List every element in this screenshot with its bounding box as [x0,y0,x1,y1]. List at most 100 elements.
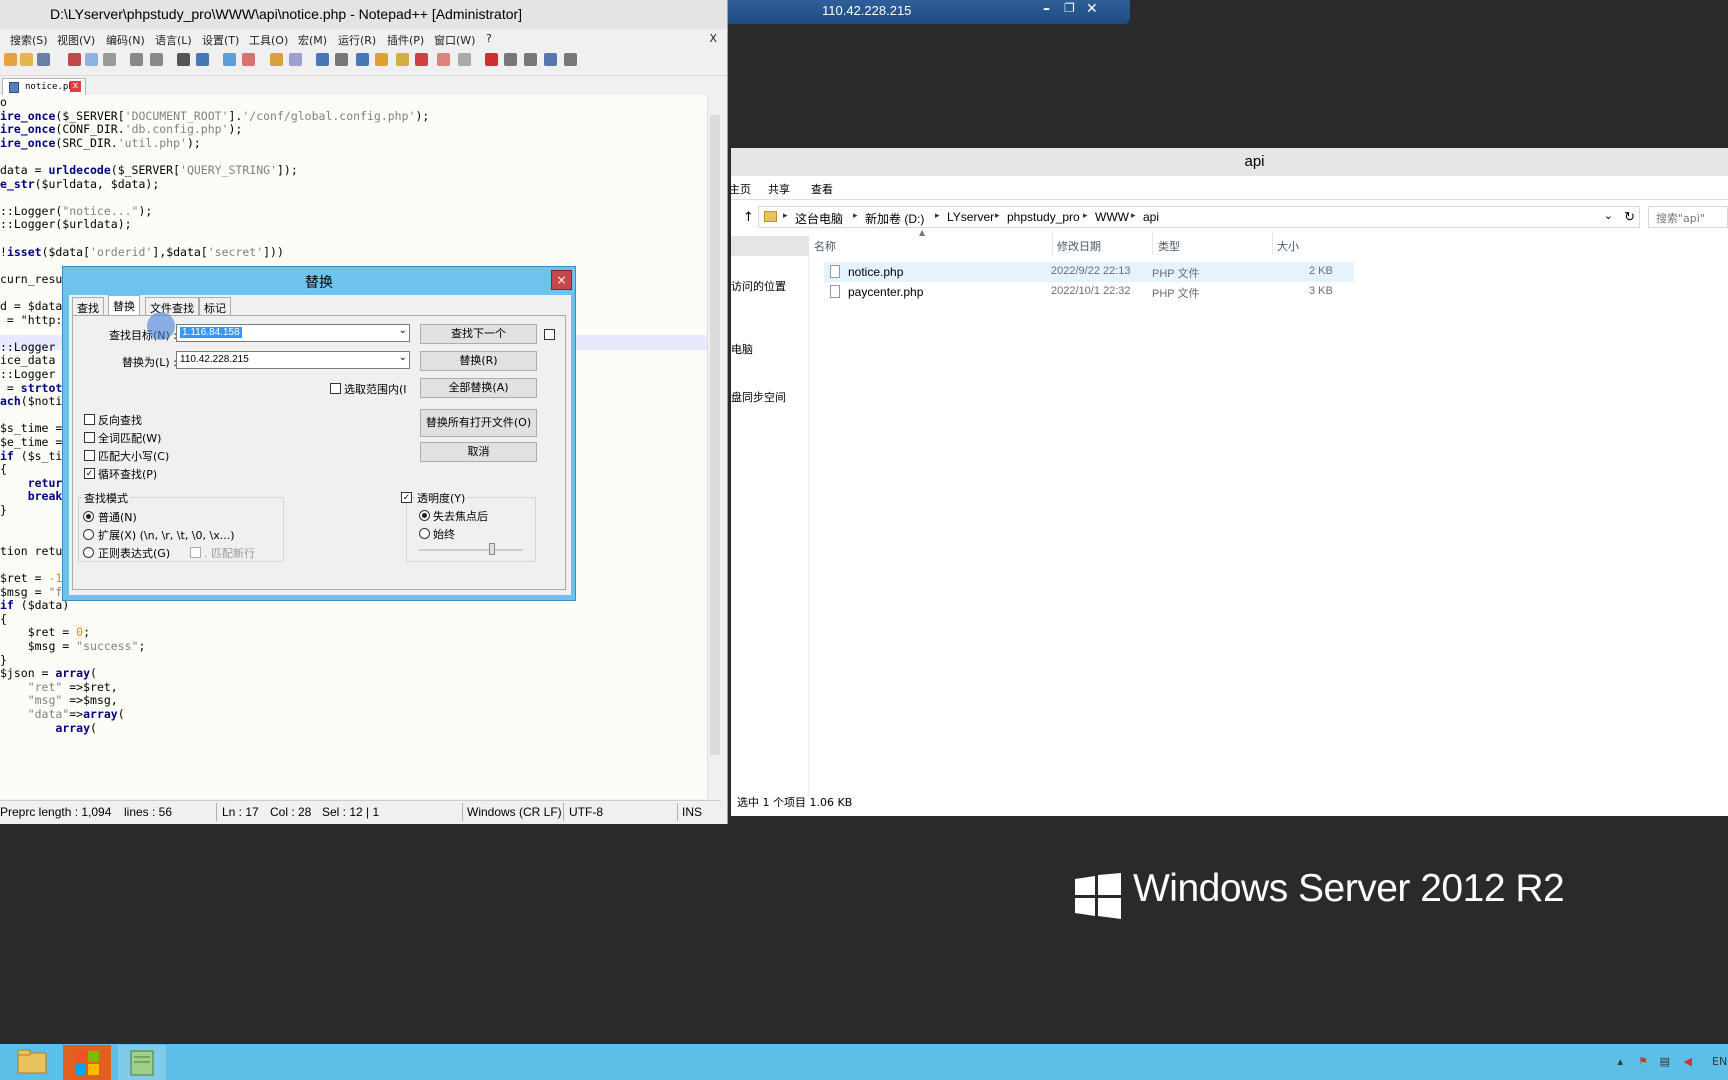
wrap-icon[interactable] [316,53,329,66]
wrap-around-checkbox[interactable]: ✓ [84,468,95,479]
replace-button[interactable]: 替换(R) [420,351,537,371]
tray-language[interactable]: EN [1712,1055,1728,1068]
col-date[interactable]: 修改日期 [1057,238,1101,254]
run-macro-multiple-icon[interactable] [544,53,557,66]
menu-window[interactable]: 窗口(W) [434,32,475,48]
backward-direction-checkbox[interactable] [84,414,95,425]
chevron-down-icon[interactable]: ⌄ [399,325,407,336]
folder-as-workspace-icon[interactable] [437,53,450,66]
show-all-chars-icon[interactable] [335,53,348,66]
close-document-icon[interactable]: X [709,32,717,45]
rdp-minimize-icon[interactable]: – [1043,1,1050,17]
tray-volume-icon[interactable]: ◀ [1684,1055,1692,1068]
stop-macro-icon[interactable] [504,53,517,66]
transparency-checkbox[interactable]: ✓ [401,492,412,503]
scrollbar-thumb[interactable] [710,115,720,755]
tab-mark[interactable]: 标记 [199,297,231,315]
tray-network-icon[interactable]: ▤ [1660,1055,1670,1068]
replace-with-combo[interactable]: 110.42.228.215 ⌄ [176,351,410,369]
explorer-search-input[interactable]: 搜索"api" [1648,206,1728,228]
column-divider[interactable] [1152,233,1153,255]
function-list-icon[interactable] [415,53,428,66]
menu-language[interactable]: 语言(L) [155,32,192,48]
editor-vertical-scrollbar[interactable] [707,95,721,799]
refresh-icon[interactable]: ↻ [1624,209,1635,225]
ribbon-tab-share[interactable]: 共享 [768,181,790,197]
menu-run[interactable]: 运行(R) [338,32,376,48]
crumb-this-pc[interactable]: 这台电脑 [795,210,843,227]
tab-replace[interactable]: 替换 [108,295,140,315]
crumb-api[interactable]: api [1143,210,1159,224]
find-next-option-checkbox[interactable] [544,329,555,340]
close-tab-icon[interactable]: x [70,81,81,92]
new-file-icon[interactable] [4,53,17,66]
paste-icon[interactable] [103,53,116,66]
taskbar-start-active[interactable] [63,1045,111,1080]
chevron-down-icon[interactable]: ⌄ [399,352,407,363]
menu-search[interactable]: 搜索(S) [10,32,48,48]
nav-recent-places[interactable]: 访问的位置 [731,278,786,294]
address-bar[interactable]: ▸ 这台电脑 ▸ 新加卷 (D:) ▸ LYserver ▸ phpstudy_… [758,206,1640,228]
replace-icon[interactable] [196,53,209,66]
col-size[interactable]: 大小 [1277,238,1299,254]
ribbon-tab-home[interactable]: 主页 [729,181,751,197]
record-macro-icon[interactable] [485,53,498,66]
column-divider[interactable] [1272,233,1273,255]
replace-all-button[interactable]: 全部替换(A) [420,378,537,398]
tray-flag-icon[interactable]: ⚑ [1638,1055,1648,1068]
rdp-restore-icon[interactable]: ❐ [1064,1,1075,15]
crumb-phpstudy[interactable]: phpstudy_pro [1007,210,1080,224]
menu-help[interactable]: ? [486,32,492,45]
find-what-combo[interactable]: 1.116.84.158 ⌄ [176,324,410,342]
menu-settings[interactable]: 设置(T) [202,32,239,48]
save-icon[interactable] [37,53,50,66]
file-row-notice[interactable]: notice.php 2022/9/22 22:13 PHP 文件 2 KB [824,262,1354,282]
find-icon[interactable] [177,53,190,66]
cancel-button[interactable]: 取消 [420,442,537,462]
open-file-icon[interactable] [20,53,33,66]
taskbar-explorer[interactable] [8,1045,56,1080]
sync-h-icon[interactable] [289,53,302,66]
tab-find[interactable]: 查找 [72,297,104,315]
tab-find-in-files[interactable]: 文件查找 [145,297,199,315]
slider-thumb[interactable] [489,543,495,555]
save-macro-icon[interactable] [564,53,577,66]
rdp-close-icon[interactable]: ✕ [1086,1,1098,17]
find-next-button[interactable]: 查找下一个 [420,324,537,344]
mode-extended-radio[interactable] [83,529,94,540]
mode-normal-radio[interactable] [83,511,94,522]
tab-notice-php[interactable]: notice.php x [2,78,86,96]
ribbon-tab-view[interactable]: 查看 [811,181,833,197]
crumb-www[interactable]: WWW [1095,210,1129,224]
redo-icon[interactable] [150,53,163,66]
zoom-in-icon[interactable] [223,53,236,66]
on-lose-focus-radio[interactable] [419,510,430,521]
in-selection-checkbox[interactable] [330,383,341,394]
menu-plugins[interactable]: 插件(P) [387,32,424,48]
match-case-checkbox[interactable] [84,450,95,461]
col-type[interactable]: 类型 [1158,238,1180,254]
cut-icon[interactable] [68,53,81,66]
tray-chevron-icon[interactable]: ▴ [1617,1055,1623,1068]
nav-cloud-sync[interactable]: 盘同步空间 [731,389,786,405]
dialog-close-button[interactable]: × [551,270,572,290]
indent-guide-icon[interactable] [356,53,369,66]
undo-icon[interactable] [130,53,143,66]
file-row-paycenter[interactable]: paycenter.php 2022/10/1 22:32 PHP 文件 3 K… [824,282,1354,302]
taskbar-notepadpp[interactable] [118,1045,166,1080]
mode-regex-radio[interactable] [83,547,94,558]
transparency-slider[interactable] [419,543,523,555]
doc-map-icon[interactable] [396,53,409,66]
up-arrow-icon[interactable]: ↑ [743,210,754,225]
address-history-dropdown-icon[interactable]: ⌄ [1604,209,1613,222]
menu-view[interactable]: 视图(V) [57,32,95,48]
whole-word-checkbox[interactable] [84,432,95,443]
play-macro-icon[interactable] [524,53,537,66]
col-name[interactable]: 名称 [814,238,836,254]
replace-all-open-docs-button[interactable]: 替换所有打开文件(O) [420,409,537,437]
menu-tools[interactable]: 工具(O) [249,32,288,48]
copy-icon[interactable] [85,53,98,66]
column-divider[interactable] [1052,233,1053,255]
menu-encoding[interactable]: 编码(N) [106,32,145,48]
zoom-out-icon[interactable] [242,53,255,66]
